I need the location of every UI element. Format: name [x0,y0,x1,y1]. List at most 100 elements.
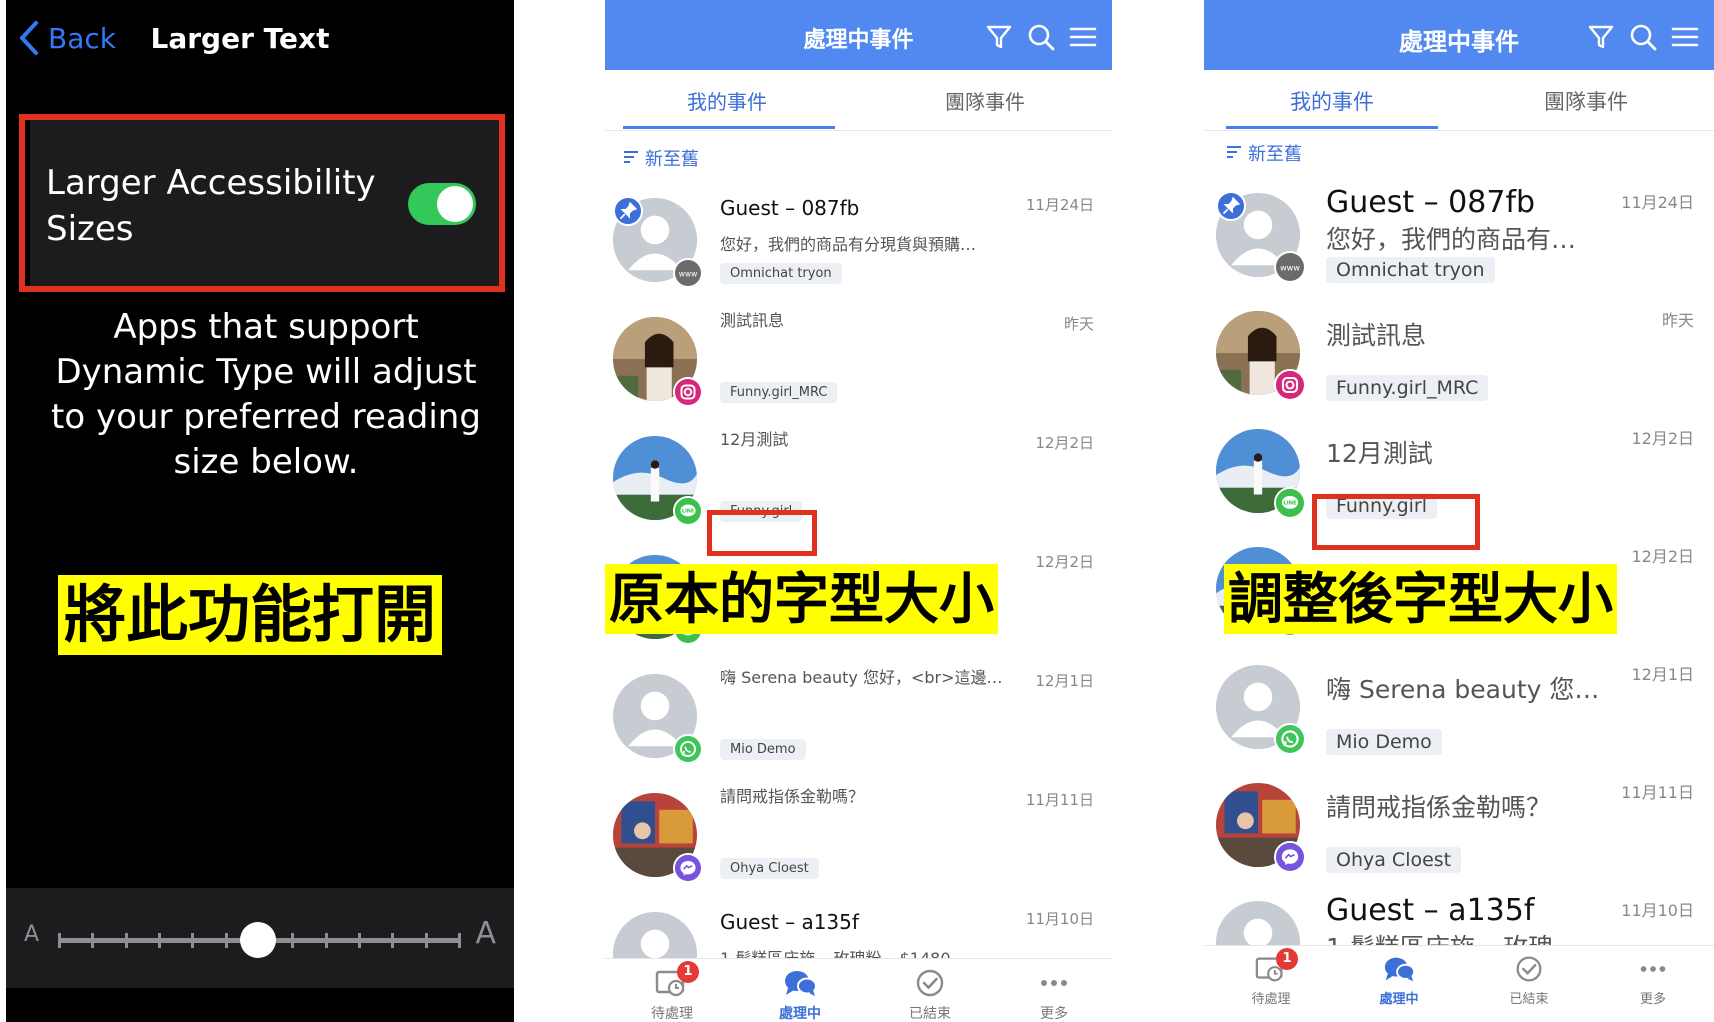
text-size-slider[interactable] [58,922,461,958]
tab-my-events[interactable]: 我的事件 [1290,86,1374,116]
conversations-screen-adjusted: 處理中事件 我的事件 團隊事件 新至舊 www 11月24日 Guest – 087fb 您好… [1204,0,1714,1022]
conversation-row[interactable]: 12月1日嗨 Serena beauty 您… Mio Demo [1204,647,1714,765]
account-tag: Omnichat tryon [1326,257,1495,283]
last-message: 測試訊息 [720,311,785,330]
conversation-date: 11月24日 [1621,193,1694,212]
conversation-row[interactable]: www 11月24日 Guest – 087fb 您好，我們的商品有… Omnichat… [1204,175,1714,293]
nav-label: 已結束 [909,1006,951,1022]
sort-order-button[interactable]: 新至舊 [1226,140,1302,166]
contact-name: Guest – 087fb [720,196,860,220]
contact-name: Guest – 087fb [1326,185,1536,220]
filter-icon[interactable] [1586,22,1616,52]
conversation-row[interactable]: 昨天 測試訊息 Funny.girl_MRC [1204,293,1714,411]
sort-order-button[interactable]: 新至舊 [623,145,699,171]
filter-icon[interactable] [984,22,1014,52]
slider-thumb[interactable] [240,922,276,958]
conversation-row[interactable]: 11月11日 請問戒指係金勒嗎？ Ohya Cloest [605,775,1112,894]
account-tag: Omnichat tryon [720,263,842,284]
last-message: 12月測試 [720,430,789,449]
slider-tick [291,933,295,948]
slider-tick [358,933,361,948]
svg-text:LINE: LINE [682,509,694,515]
account-tag: Ohya Cloest [1326,847,1462,873]
page-title: Larger Text [150,22,330,55]
conversation-date: 12月2日 [1631,429,1694,448]
bottom-navigation: 待處理 1 處理中 已結束 更多 [605,958,1112,1022]
larger-text-settings-screen: Back Larger Text Larger Accessibility Si… [6,0,514,1022]
nav-label: 處理中 [1379,992,1419,1007]
nav-pending[interactable]: 待處理 1 [627,961,717,1022]
nav-label: 已結束 [1509,992,1549,1007]
last-message: 您好，我們的商品有… [1326,225,1577,254]
slider-tick [391,933,395,948]
sort-label: 新至舊 [645,149,699,170]
notification-badge: 1 [677,961,699,983]
nav-completed[interactable]: 已結束 [1484,952,1574,1007]
conversation-date: 11月10日 [1025,910,1094,928]
conversation-row[interactable]: LINE 12月2日 12月測試 Funny.girl [1204,411,1714,550]
conversation-row[interactable]: 12月1日 嗨 Serena beauty 您好，<br>這邊… Mio Demo [605,656,1112,775]
tab-team-events[interactable]: 團隊事件 [945,86,1025,115]
nav-processing[interactable]: 處理中 [1354,952,1444,1007]
nav-more[interactable]: 更多 [1009,965,1099,1022]
last-message: 您好，我們的商品有分現貨與預購… [720,235,977,254]
slider-tick [424,933,428,948]
svg-text:www: www [679,269,698,278]
svg-text:www: www [1280,263,1300,273]
channel-instagram-icon [673,377,703,407]
tab-bar: 我的事件 團隊事件 [605,70,1112,131]
nav-more[interactable]: 更多 [1608,952,1698,1007]
red-highlight-frame [19,114,505,292]
app-header: 處理中事件 [605,0,1112,70]
last-message: 12月測試 [1326,439,1433,468]
active-tab-indicator [1226,126,1438,129]
conversation-date: 12月1日 [1631,665,1694,684]
nav-pending[interactable]: 待處理 1 [1226,948,1316,1007]
more-icon [1636,952,1670,986]
search-icon[interactable] [1628,22,1658,52]
conversation-date: 11月10日 [1621,901,1694,920]
instruction-highlight: 將此功能打開 [58,575,443,655]
menu-icon[interactable] [1068,22,1098,52]
account-tag: Ohya Cloest [720,858,819,879]
nav-completed[interactable]: 已結束 [885,965,975,1022]
last-message: 嗨 Serena beauty 您… [1326,675,1600,704]
conversation-row[interactable]: www 11月24日 Guest – 087fb 您好，我們的商品有分現貨與預購… Om… [605,180,1112,299]
last-message: 請問戒指係金勒嗎？ [1326,793,1552,822]
active-tab-indicator [623,126,835,129]
conversation-date: 昨天 [1063,315,1094,333]
channel-www-icon: www [1274,251,1306,283]
conversation-date: 12月1日 [1035,672,1094,690]
tab-my-events[interactable]: 我的事件 [687,86,767,115]
pinned-icon [1216,191,1246,221]
tab-bar: 我的事件 團隊事件 [1204,70,1714,131]
conversation-row[interactable]: LINE 12月2日 12月測試 Funny.girl [605,418,1112,556]
conversation-row[interactable]: 11月11日 請問戒指係金勒嗎？ Ohya Cloest [1204,765,1714,883]
tab-team-events[interactable]: 團隊事件 [1544,86,1628,116]
conversation-date: 昨天 [1661,311,1694,330]
channel-messenger-icon [673,853,703,883]
svg-text:LINE: LINE [1283,501,1297,507]
text-size-slider-area: A A [6,888,514,988]
slider-tick [58,933,61,948]
conversation-row[interactable]: 昨天 測試訊息 Funny.girl_MRC [605,299,1112,418]
search-icon[interactable] [1026,22,1056,52]
more-icon [1036,965,1072,1001]
channel-messenger-icon [1274,841,1306,873]
nav-label: 待處理 [651,1006,693,1022]
navigation-bar: Back Larger Text [6,0,514,80]
pinned-icon [613,196,643,226]
slider-tick [458,933,461,948]
last-message: 請問戒指係金勒嗎？ [720,787,865,806]
channel-line-icon: LINE [1274,487,1306,519]
menu-icon[interactable] [1670,22,1700,52]
small-text-indicator: A [24,922,40,947]
nav-processing[interactable]: 處理中 [755,965,845,1022]
conversation-date: 12月2日 [1035,553,1094,571]
nav-label: 待處理 [1251,992,1291,1007]
nav-label: 更多 [1639,992,1666,1007]
slider-tick [158,933,161,948]
sort-label: 新至舊 [1248,144,1302,165]
conversation-date: 12月2日 [1035,434,1094,452]
last-message: 嗨 Serena beauty 您好，<br>這邊… [720,668,1003,687]
